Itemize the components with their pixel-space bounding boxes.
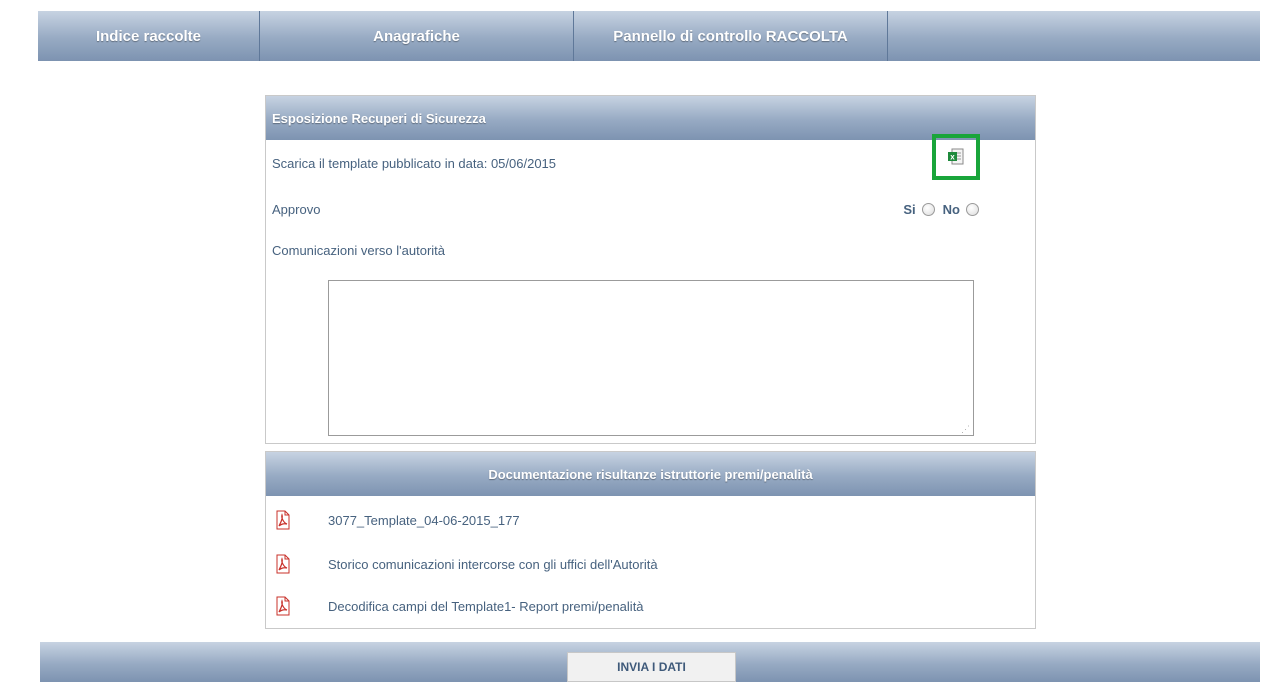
pdf-icon — [276, 510, 290, 530]
excel-file-icon: x — [948, 148, 964, 165]
tab-label: Indice raccolte — [95, 27, 202, 45]
send-data-button[interactable]: INVIA I DATI — [567, 652, 736, 682]
communications-textarea[interactable] — [328, 280, 974, 436]
download-template-button[interactable]: x — [932, 134, 980, 180]
download-template-label: Scarica il template pubblicato in data: … — [272, 156, 557, 171]
svg-text:x: x — [950, 153, 955, 162]
top-navigation: Indice raccolte Anagrafiche Pannello di … — [38, 11, 1260, 61]
document-name: 3077_Template_04-06-2015_177 — [328, 512, 520, 528]
tab-label: Pannello di controllo RACCOLTA — [613, 27, 848, 45]
radio-si[interactable] — [921, 203, 935, 216]
approve-label: Approvo — [272, 202, 321, 217]
document-name: Decodifica campi del Template1- Report p… — [328, 598, 644, 614]
tab-label: Anagrafiche — [373, 27, 460, 45]
document-link[interactable]: Storico comunicazioni intercorse con gli… — [272, 554, 658, 574]
nav-filler — [888, 11, 1260, 61]
tab-anagrafiche[interactable]: Anagrafiche — [260, 11, 574, 61]
esposizione-panel: Esposizione Recuperi di Sicurezza Scaric… — [265, 95, 1036, 444]
radio-no[interactable] — [966, 203, 979, 216]
panel-header: Esposizione Recuperi di Sicurezza — [266, 96, 1035, 140]
documentazione-panel: Documentazione risultanze istruttorie pr… — [265, 451, 1036, 629]
document-link[interactable]: Decodifica campi del Template1- Report p… — [272, 596, 644, 616]
approve-radio-group: Si No — [903, 202, 979, 217]
communications-label: Comunicazioni verso l'autorità — [272, 243, 446, 258]
footer-bar: INVIA I DATI — [40, 642, 1260, 682]
option-no-label: No — [942, 202, 960, 217]
panel-title: Documentazione risultanze istruttorie pr… — [488, 466, 813, 482]
pdf-icon — [276, 554, 290, 574]
document-name: Storico comunicazioni intercorse con gli… — [328, 556, 658, 572]
panel-header: Documentazione risultanze istruttorie pr… — [266, 452, 1035, 496]
tab-pannello-controllo[interactable]: Pannello di controllo RACCOLTA — [574, 11, 888, 61]
panel-title: Esposizione Recuperi di Sicurezza — [272, 110, 486, 126]
resize-grip-icon[interactable]: ⋰ — [961, 424, 971, 434]
document-link[interactable]: 3077_Template_04-06-2015_177 — [272, 510, 520, 530]
option-si-label: Si — [903, 202, 916, 217]
tab-indice-raccolte[interactable]: Indice raccolte — [38, 11, 260, 61]
pdf-icon — [276, 596, 290, 616]
